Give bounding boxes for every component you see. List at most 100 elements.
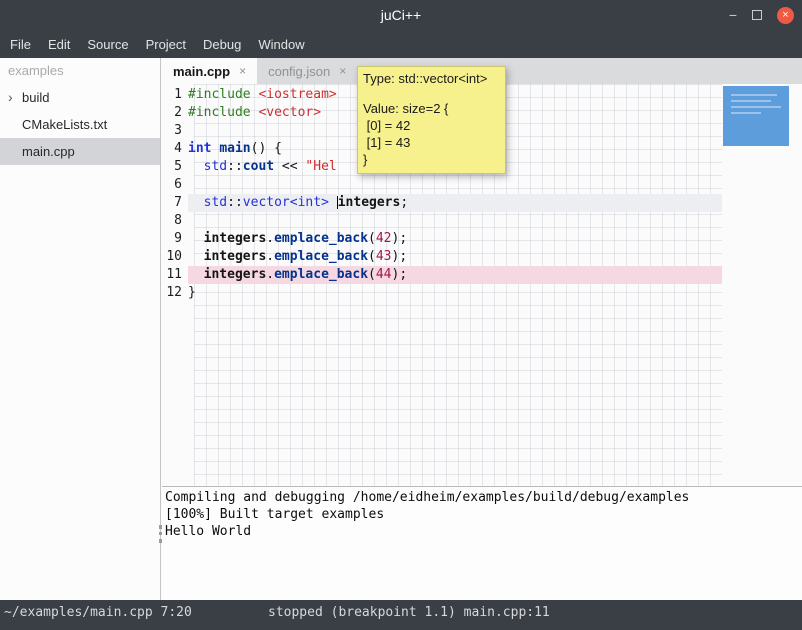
line-number[interactable]: 7	[162, 194, 188, 212]
code-token: emplace_back	[274, 267, 368, 282]
line-number[interactable]: 11	[162, 266, 188, 284]
code-token: .	[266, 249, 274, 264]
code-token	[329, 195, 337, 210]
line-number[interactable]: 6	[162, 176, 188, 194]
line-content[interactable]	[188, 212, 722, 230]
code-token: (	[368, 249, 376, 264]
tooltip-body: Value: size=2 { [0] = 42 [1] = 43}	[358, 88, 505, 173]
line-number[interactable]: 10	[162, 248, 188, 266]
code-token: <iostream>	[258, 87, 336, 102]
chevron-right-icon: ›	[8, 84, 13, 111]
line-content[interactable]: }	[188, 284, 722, 302]
tree-item-label: CMakeLists.txt	[22, 117, 107, 132]
status-file-position: ~/examples/main.cpp 7:20	[4, 600, 192, 626]
status-bar: ~/examples/main.cpp 7:20 stopped (breakp…	[0, 600, 802, 630]
tab-config-json[interactable]: config.json ×	[257, 58, 357, 84]
sidebar-item-cmakelists-txt[interactable]: CMakeLists.txt	[0, 111, 160, 138]
code-token: integers	[338, 195, 401, 210]
code-token: 42	[376, 231, 392, 246]
code-token: 44	[376, 267, 392, 282]
menu-item-edit[interactable]: Edit	[48, 37, 70, 52]
code-token: () {	[251, 141, 282, 156]
line-content[interactable]: integers.emplace_back(43);	[188, 248, 722, 266]
code-token: (	[368, 267, 376, 282]
code-token: emplace_back	[274, 231, 368, 246]
line-number[interactable]: 12	[162, 284, 188, 302]
source-minimap[interactable]	[722, 84, 802, 486]
line-content[interactable]: std::vector<int> integers;	[188, 194, 722, 212]
menu-item-file[interactable]: File	[10, 37, 31, 52]
code-token: 43	[376, 249, 392, 264]
code-token: ::	[227, 195, 243, 210]
code-token: ;	[400, 195, 408, 210]
close-icon[interactable]: ×	[339, 64, 346, 78]
debug-value-tooltip: Type: std::vector<int> Value: size=2 { […	[357, 66, 506, 174]
code-token: integers	[204, 231, 267, 246]
sidebar: examples › build CMakeLists.txt main.cpp	[0, 58, 161, 600]
terminal-output[interactable]: Compiling and debugging /home/eidheim/ex…	[162, 486, 802, 600]
code-token: integers	[204, 267, 267, 282]
menu-item-project[interactable]: Project	[146, 37, 186, 52]
menu-bar: File Edit Source Project Debug Window	[0, 30, 802, 58]
sidebar-item-main-cpp[interactable]: main.cpp	[0, 138, 160, 165]
minimap-code-mark	[731, 106, 781, 108]
code-token: integers	[204, 249, 267, 264]
tree-item-label: main.cpp	[22, 144, 75, 159]
code-token: );	[392, 249, 408, 264]
project-folder-label: examples	[0, 58, 160, 84]
menu-item-window[interactable]: Window	[258, 37, 304, 52]
code-line: 10 integers.emplace_back(43);	[162, 248, 722, 266]
code-line: 12}	[162, 284, 722, 302]
line-number[interactable]: 3	[162, 122, 188, 140]
code-token	[188, 159, 204, 174]
line-number[interactable]: 5	[162, 158, 188, 176]
menu-item-source[interactable]: Source	[87, 37, 128, 52]
code-token	[188, 195, 204, 210]
code-token: "Hel	[305, 159, 336, 174]
tab-main-cpp[interactable]: main.cpp×	[162, 58, 257, 84]
line-number[interactable]: 2	[162, 104, 188, 122]
code-token: int	[188, 141, 211, 156]
code-token: );	[392, 231, 408, 246]
terminal-line: Hello World	[165, 523, 799, 540]
line-number[interactable]: 4	[162, 140, 188, 158]
minimap-code-mark	[731, 94, 777, 96]
line-content[interactable]: integers.emplace_back(42);	[188, 230, 722, 248]
code-token	[188, 267, 204, 282]
line-content[interactable]: integers.emplace_back(44);	[188, 266, 722, 284]
code-token: cout	[243, 159, 274, 174]
code-token: .	[266, 267, 274, 282]
code-line: 11 integers.emplace_back(44);	[162, 266, 722, 284]
tooltip-line: [1] = 43	[363, 134, 500, 151]
close-icon[interactable]: ×	[239, 64, 246, 78]
tree-item-label: build	[22, 90, 49, 105]
splitter-handle[interactable]	[159, 525, 162, 543]
tab-label: config.json	[268, 64, 330, 79]
tooltip-type-label: Type: std::vector<int>	[358, 67, 505, 88]
title-bar: juCi++ − ×	[0, 0, 802, 30]
tooltip-line: [0] = 42	[363, 117, 500, 134]
code-token: .	[266, 231, 274, 246]
code-token: );	[392, 267, 408, 282]
close-icon[interactable]: ×	[777, 7, 794, 24]
terminal-line: [100%] Built target examples	[165, 506, 799, 523]
minimap-code-mark	[731, 112, 761, 114]
tooltip-line: Value: size=2 {	[363, 100, 500, 117]
code-token	[188, 249, 204, 264]
window-title: juCi++	[0, 0, 802, 30]
line-number[interactable]: 8	[162, 212, 188, 230]
sidebar-item-build[interactable]: › build	[0, 84, 160, 111]
minimize-icon[interactable]: −	[729, 0, 737, 30]
code-token: (	[368, 231, 376, 246]
minimap-visible-region[interactable]	[723, 86, 789, 146]
line-number[interactable]: 1	[162, 86, 188, 104]
menu-item-debug[interactable]: Debug	[203, 37, 241, 52]
code-token: #include	[188, 87, 251, 102]
line-content[interactable]	[188, 176, 722, 194]
terminal-line: Compiling and debugging /home/eidheim/ex…	[165, 489, 799, 506]
status-debug-state: stopped (breakpoint 1.1) main.cpp:11	[268, 600, 550, 626]
line-number[interactable]: 9	[162, 230, 188, 248]
code-line: 9 integers.emplace_back(42);	[162, 230, 722, 248]
code-line: 8	[162, 212, 722, 230]
restore-icon[interactable]	[752, 10, 762, 20]
